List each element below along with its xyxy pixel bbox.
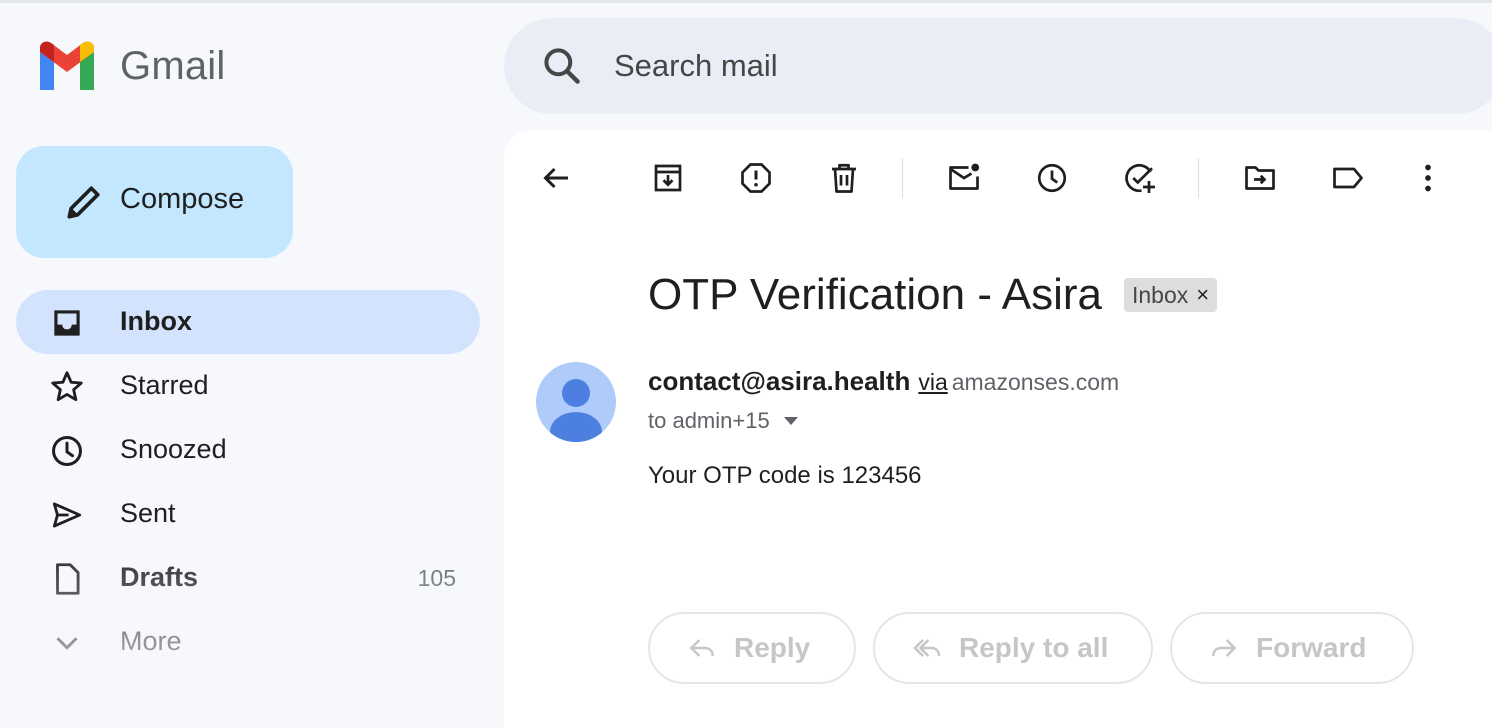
label-icon [1333, 167, 1363, 189]
sidebar-item-inbox[interactable]: Inbox [16, 290, 480, 354]
email-subject: OTP Verification - Asira [648, 270, 1103, 319]
delete-icon [832, 163, 856, 193]
remove-label-button[interactable]: × [1196, 282, 1209, 308]
more-vert-icon [1425, 164, 1431, 192]
move-to-button[interactable] [1236, 154, 1284, 202]
label-button[interactable] [1324, 154, 1372, 202]
toolbar-divider [902, 158, 903, 198]
archive-icon [654, 164, 682, 192]
sidebar-item-sent[interactable]: Sent [16, 482, 480, 546]
sidebar-item-starred[interactable]: Starred [16, 354, 480, 418]
sidebar-item-drafts[interactable]: Drafts 105 [16, 546, 480, 610]
search-bar[interactable] [504, 18, 1492, 114]
more-options-button[interactable] [1404, 154, 1452, 202]
sidebar-item-label: Inbox [120, 306, 192, 336]
sender-email[interactable]: contact@asira.health [648, 366, 910, 396]
mark-unread-icon [949, 163, 980, 190]
person-icon [550, 379, 602, 442]
sidebar-item-label: Drafts [120, 562, 199, 592]
report-spam-button[interactable] [732, 154, 780, 202]
recipient-text: to admin+15 [648, 408, 770, 433]
inbox-label-chip[interactable]: Inbox × [1124, 278, 1218, 312]
toolbar-divider [1198, 158, 1199, 198]
top-divider [0, 0, 1492, 3]
chevron-down-icon [56, 637, 78, 650]
via-domain: amazonses.com [951, 369, 1120, 395]
draft-icon [56, 563, 80, 595]
email-view: OTP Verification - Asira Inbox × contact… [504, 130, 1492, 728]
reply-all-icon [913, 639, 941, 657]
compose-label: Compose [120, 183, 245, 215]
sidebar-item-label: More [120, 626, 182, 656]
search-icon[interactable] [540, 44, 584, 88]
sidebar-item-label: Sent [120, 498, 176, 528]
delete-button[interactable] [820, 154, 868, 202]
reply-all-label: Reply to all [959, 632, 1109, 663]
via-link[interactable]: via [918, 369, 947, 395]
forward-button[interactable]: Forward [1170, 612, 1414, 684]
report-spam-icon [741, 163, 771, 193]
email-body: Your OTP code is 123456 [648, 462, 922, 489]
sidebar-item-label: Snoozed [120, 434, 227, 464]
clock-icon [52, 436, 82, 466]
send-icon [52, 502, 82, 528]
sidebar-item-label: Starred [120, 370, 209, 400]
archive-button[interactable] [644, 154, 692, 202]
snooze-button[interactable] [1028, 154, 1076, 202]
drafts-count: 105 [417, 565, 456, 591]
search-input[interactable] [614, 46, 1314, 86]
sidebar-item-more[interactable]: More [16, 610, 480, 674]
compose-button[interactable]: Compose [16, 146, 293, 258]
star-icon [51, 371, 83, 402]
reply-icon [689, 639, 714, 657]
forward-label: Forward [1256, 632, 1367, 663]
add-to-tasks-icon [1125, 163, 1155, 193]
mark-unread-button[interactable] [940, 154, 988, 202]
back-arrow-icon [543, 167, 568, 189]
pencil-icon [67, 186, 100, 219]
sidebar-item-snoozed[interactable]: Snoozed [16, 418, 480, 482]
forward-icon [1212, 639, 1237, 657]
recipient-line: to admin+15 [648, 408, 798, 434]
sender-avatar[interactable] [536, 362, 616, 442]
reply-button[interactable]: Reply [648, 612, 856, 684]
reply-all-button[interactable]: Reply to all [873, 612, 1153, 684]
inbox-icon [54, 310, 80, 336]
sender-line: contact@asira.health via amazonses.com [648, 366, 1119, 397]
snooze-icon [1037, 163, 1067, 193]
app-name: Gmail [120, 43, 226, 88]
add-to-tasks-button[interactable] [1116, 154, 1164, 202]
back-button[interactable] [532, 154, 580, 202]
gmail-m-icon [40, 41, 94, 90]
show-details-caret-icon[interactable] [783, 417, 798, 425]
gmail-logo[interactable]: Gmail [36, 40, 225, 92]
label-chip-text: Inbox [1132, 281, 1189, 308]
reply-label: Reply [734, 632, 811, 663]
move-to-icon [1245, 166, 1275, 190]
